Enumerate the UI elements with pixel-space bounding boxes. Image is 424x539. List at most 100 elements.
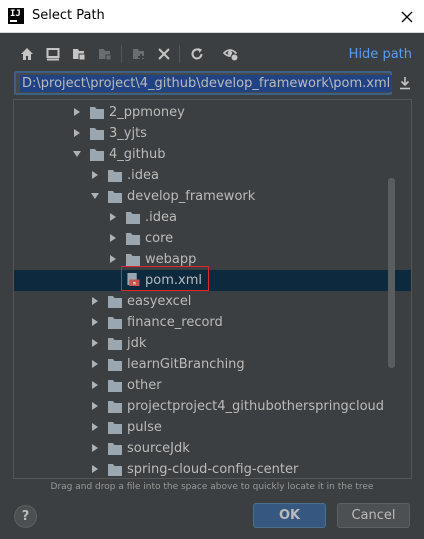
tree-folder-row[interactable]: sourceJdk (14, 438, 411, 459)
folder-icon (90, 128, 104, 140)
chevron-right-icon[interactable] (90, 380, 100, 390)
chevron-down-icon[interactable] (72, 149, 82, 159)
help-button[interactable]: ? (14, 505, 37, 528)
toolbar-separator (179, 45, 180, 63)
tree-folder-row[interactable]: develop_framework (14, 186, 411, 207)
show-hidden-icon (223, 49, 239, 62)
folder-icon (108, 380, 122, 392)
tree-folder-row[interactable]: learnGitBranching (14, 354, 411, 375)
new-folder-icon (133, 49, 144, 60)
chevron-right-icon[interactable] (90, 296, 100, 306)
folder-icon (108, 464, 122, 476)
folder-icon (90, 107, 104, 119)
tree-item-label: 3_yjts (109, 126, 147, 141)
path-input[interactable]: D:\project\project\4_github\develop_fram… (14, 71, 393, 95)
tree-file-row[interactable]: m pom.xml (14, 266, 411, 291)
chevron-down-icon[interactable] (90, 191, 100, 201)
module-button (95, 44, 115, 64)
folder-icon (108, 359, 122, 371)
tree-item-label: 4_github (109, 147, 166, 162)
refresh-icon (191, 48, 203, 60)
folder-icon (108, 401, 122, 413)
chevron-right-icon[interactable] (90, 443, 100, 453)
new-folder-button (129, 44, 149, 64)
tree-folder-row[interactable]: spring-cloud-config-center (14, 459, 411, 478)
tree-item-label: spring-cloud-config-center (127, 462, 299, 477)
chevron-right-icon[interactable] (90, 464, 100, 474)
home-button[interactable] (17, 44, 37, 64)
delete-icon (158, 48, 170, 60)
folder-icon (126, 233, 140, 245)
chevron-right-icon[interactable] (108, 212, 118, 222)
tree-folder-row[interactable]: finance_record (14, 312, 411, 333)
tree-folder-row[interactable]: webapp (14, 249, 411, 270)
tree-folder-row[interactable]: pulse (14, 417, 411, 438)
tree-folder-row[interactable]: .idea (14, 165, 411, 186)
chevron-right-icon[interactable] (90, 338, 100, 348)
tree-item-label: develop_framework (127, 189, 256, 204)
folder-icon (108, 191, 122, 203)
intellij-logo-icon: IJ (8, 8, 24, 24)
title-bar: IJ Select Path (0, 0, 424, 33)
tree-item-label: jdk (127, 336, 147, 351)
window-title: Select Path (32, 8, 105, 23)
tree-folder-row[interactable]: core (14, 228, 411, 249)
tree-folder-row[interactable]: easyexcel (14, 291, 411, 312)
hide-path-link[interactable]: Hide path (349, 47, 412, 62)
folder-icon (126, 254, 140, 266)
chevron-right-icon[interactable] (90, 401, 100, 411)
tree-folder-row[interactable]: .idea (14, 207, 411, 228)
close-button[interactable] (396, 6, 418, 28)
tree-item-label: 2_ppmoney (109, 105, 185, 120)
tree-item-label: .idea (145, 210, 177, 225)
folder-icon (108, 317, 122, 329)
tree-item-label: easyexcel (127, 294, 192, 309)
chevron-right-icon[interactable] (72, 107, 82, 117)
module-icon (99, 49, 112, 61)
show-hidden-button[interactable] (221, 44, 241, 64)
drag-drop-hint: Drag and drop a file into the space abov… (50, 482, 374, 492)
folder-icon (108, 422, 122, 434)
tree-item-label: pulse (127, 420, 162, 435)
folder-icon (108, 443, 122, 455)
chevron-right-icon[interactable] (90, 170, 100, 180)
close-icon (401, 11, 413, 23)
highlight-box (121, 266, 209, 291)
chevron-right-icon[interactable] (90, 422, 100, 432)
cancel-button[interactable]: Cancel (337, 503, 410, 528)
tree-item-label: core (145, 231, 174, 246)
tree-folder-row[interactable]: other (14, 375, 411, 396)
folder-icon (126, 212, 140, 224)
folder-icon (108, 296, 122, 308)
ok-button[interactable]: OK (253, 503, 326, 528)
chevron-right-icon[interactable] (108, 233, 118, 243)
download-button[interactable] (396, 73, 414, 93)
chevron-right-icon[interactable] (108, 254, 118, 264)
tree-folder-row[interactable]: projectproject4_githubotherspringcloud (14, 396, 411, 417)
home-icon (21, 48, 33, 60)
desktop-icon (46, 48, 60, 61)
tree-scrollbar[interactable] (388, 178, 395, 368)
tree-folder-row[interactable]: 3_yjts (14, 123, 411, 144)
tree-folder-row[interactable]: jdk (14, 333, 411, 354)
folder-icon (108, 170, 122, 182)
toolbar-separator (121, 45, 122, 63)
project-button[interactable] (69, 44, 89, 64)
desktop-button[interactable] (43, 44, 63, 64)
tree-item-label: other (127, 378, 162, 393)
project-icon (73, 49, 86, 61)
tree-item-label: sourceJdk (127, 441, 190, 456)
tree-folder-row[interactable]: 4_github (14, 144, 411, 165)
tree-folder-row[interactable]: 2_ppmoney (14, 102, 411, 123)
download-icon (400, 77, 410, 90)
tree-item-label: .idea (127, 168, 159, 183)
tree-item-label: learnGitBranching (127, 357, 245, 372)
refresh-button[interactable] (187, 44, 207, 64)
file-tree[interactable]: 2_ppmoney 3_yjts 4_github .idea develop_fram… (13, 99, 412, 479)
delete-button[interactable] (154, 44, 174, 64)
path-input-value: D:\project\project\4_github\develop_fram… (20, 75, 393, 92)
chevron-right-icon[interactable] (90, 359, 100, 369)
chevron-right-icon[interactable] (90, 317, 100, 327)
tree-item-label: projectproject4_githubotherspringcloud (127, 399, 385, 414)
chevron-right-icon[interactable] (72, 128, 82, 138)
